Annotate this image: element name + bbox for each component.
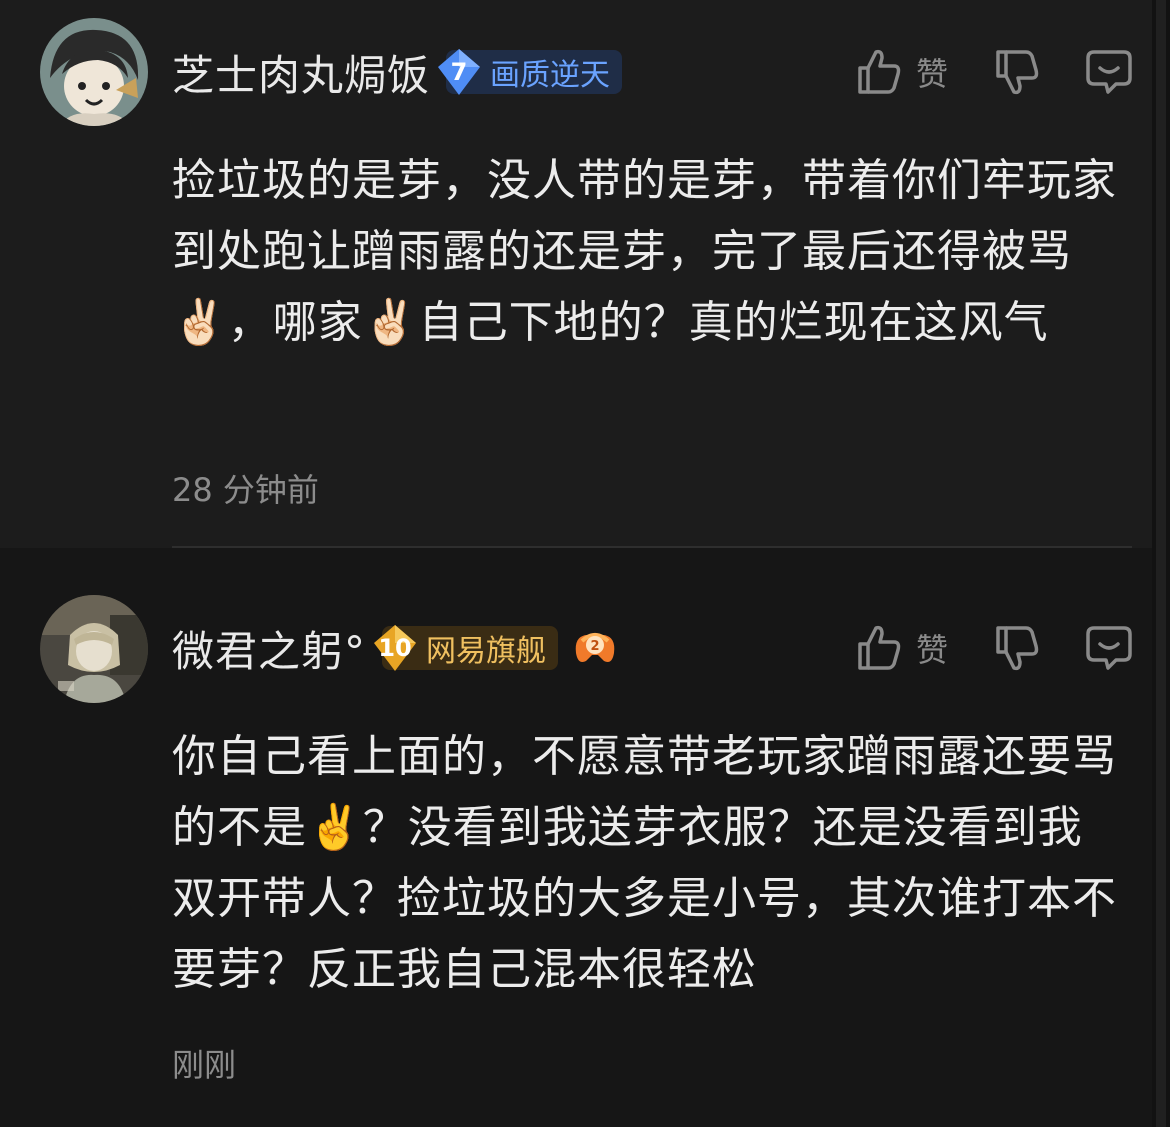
avatar[interactable]	[40, 18, 148, 126]
badge-level: 7	[450, 58, 468, 86]
badge-text: 网易旗舰	[426, 634, 547, 669]
username[interactable]: 芝士肉丸焗饭	[172, 42, 430, 103]
dislike-button[interactable]	[994, 48, 1040, 96]
comment-item: 微君之躬° 10 网易旗舰 2 赞 你自己看上面的，不愿意带老玩家蹭雨露还要骂的…	[0, 548, 1152, 1127]
controller-badge-icon[interactable]: 2	[570, 623, 620, 673]
avatar[interactable]	[40, 595, 148, 703]
comment-actions: 赞	[810, 48, 1132, 96]
username[interactable]: 微君之躬°	[172, 618, 366, 679]
extra-badge-level: 2	[590, 639, 599, 654]
comment-header: 芝士肉丸焗饭 7 画质逆天	[172, 42, 623, 103]
comment-header: 微君之躬° 10 网易旗舰 2	[172, 618, 620, 678]
badge-level: 10	[378, 634, 412, 662]
level-badge[interactable]: 10 网易旗舰	[374, 625, 559, 671]
comment-text: 你自己看上面的，不愿意带老玩家蹭雨露还要骂的不是✌️？没看到我送芽衣服？还是没看…	[172, 731, 1117, 995]
timestamp: 刚刚	[172, 1046, 237, 1084]
like-label: 赞	[915, 631, 948, 669]
like-button[interactable]: 赞	[856, 48, 948, 96]
comment-text: 捡垃圾的是芽，没人带的是芽，带着你们牢玩家到处跑让蹭雨露的还是芽，完了最后还得被…	[172, 155, 1117, 348]
comment-list: 芝士肉丸焗饭 7 画质逆天 赞 捡垃圾的是芽，没人带的是芽，带着你们牢玩家到处跑…	[0, 0, 1170, 1127]
comment-item: 芝士肉丸焗饭 7 画质逆天 赞 捡垃圾的是芽，没人带的是芽，带着你们牢玩家到处跑…	[0, 0, 1152, 548]
comment-reply-icon	[1086, 626, 1132, 670]
level-badge[interactable]: 7 画质逆天	[438, 49, 623, 95]
thumbs-down-icon	[996, 626, 1039, 671]
comment-reply-icon	[1086, 50, 1132, 94]
comment-actions: 赞	[810, 624, 1132, 672]
thumbs-down-icon	[996, 50, 1039, 95]
like-button[interactable]: 赞	[856, 624, 948, 672]
reply-button[interactable]	[1086, 624, 1132, 672]
timestamp: 28 分钟前	[172, 471, 319, 509]
badge-text: 画质逆天	[490, 58, 611, 93]
scrollbar[interactable]	[1156, 0, 1166, 1127]
diamond-badge-icon: 7	[434, 47, 484, 97]
thumbs-up-icon	[858, 625, 901, 670]
reply-button[interactable]	[1086, 48, 1132, 96]
diamond-badge-icon: 10	[370, 623, 420, 673]
dislike-button[interactable]	[994, 624, 1040, 672]
thumbs-up-icon	[858, 49, 901, 94]
like-label: 赞	[915, 55, 948, 93]
